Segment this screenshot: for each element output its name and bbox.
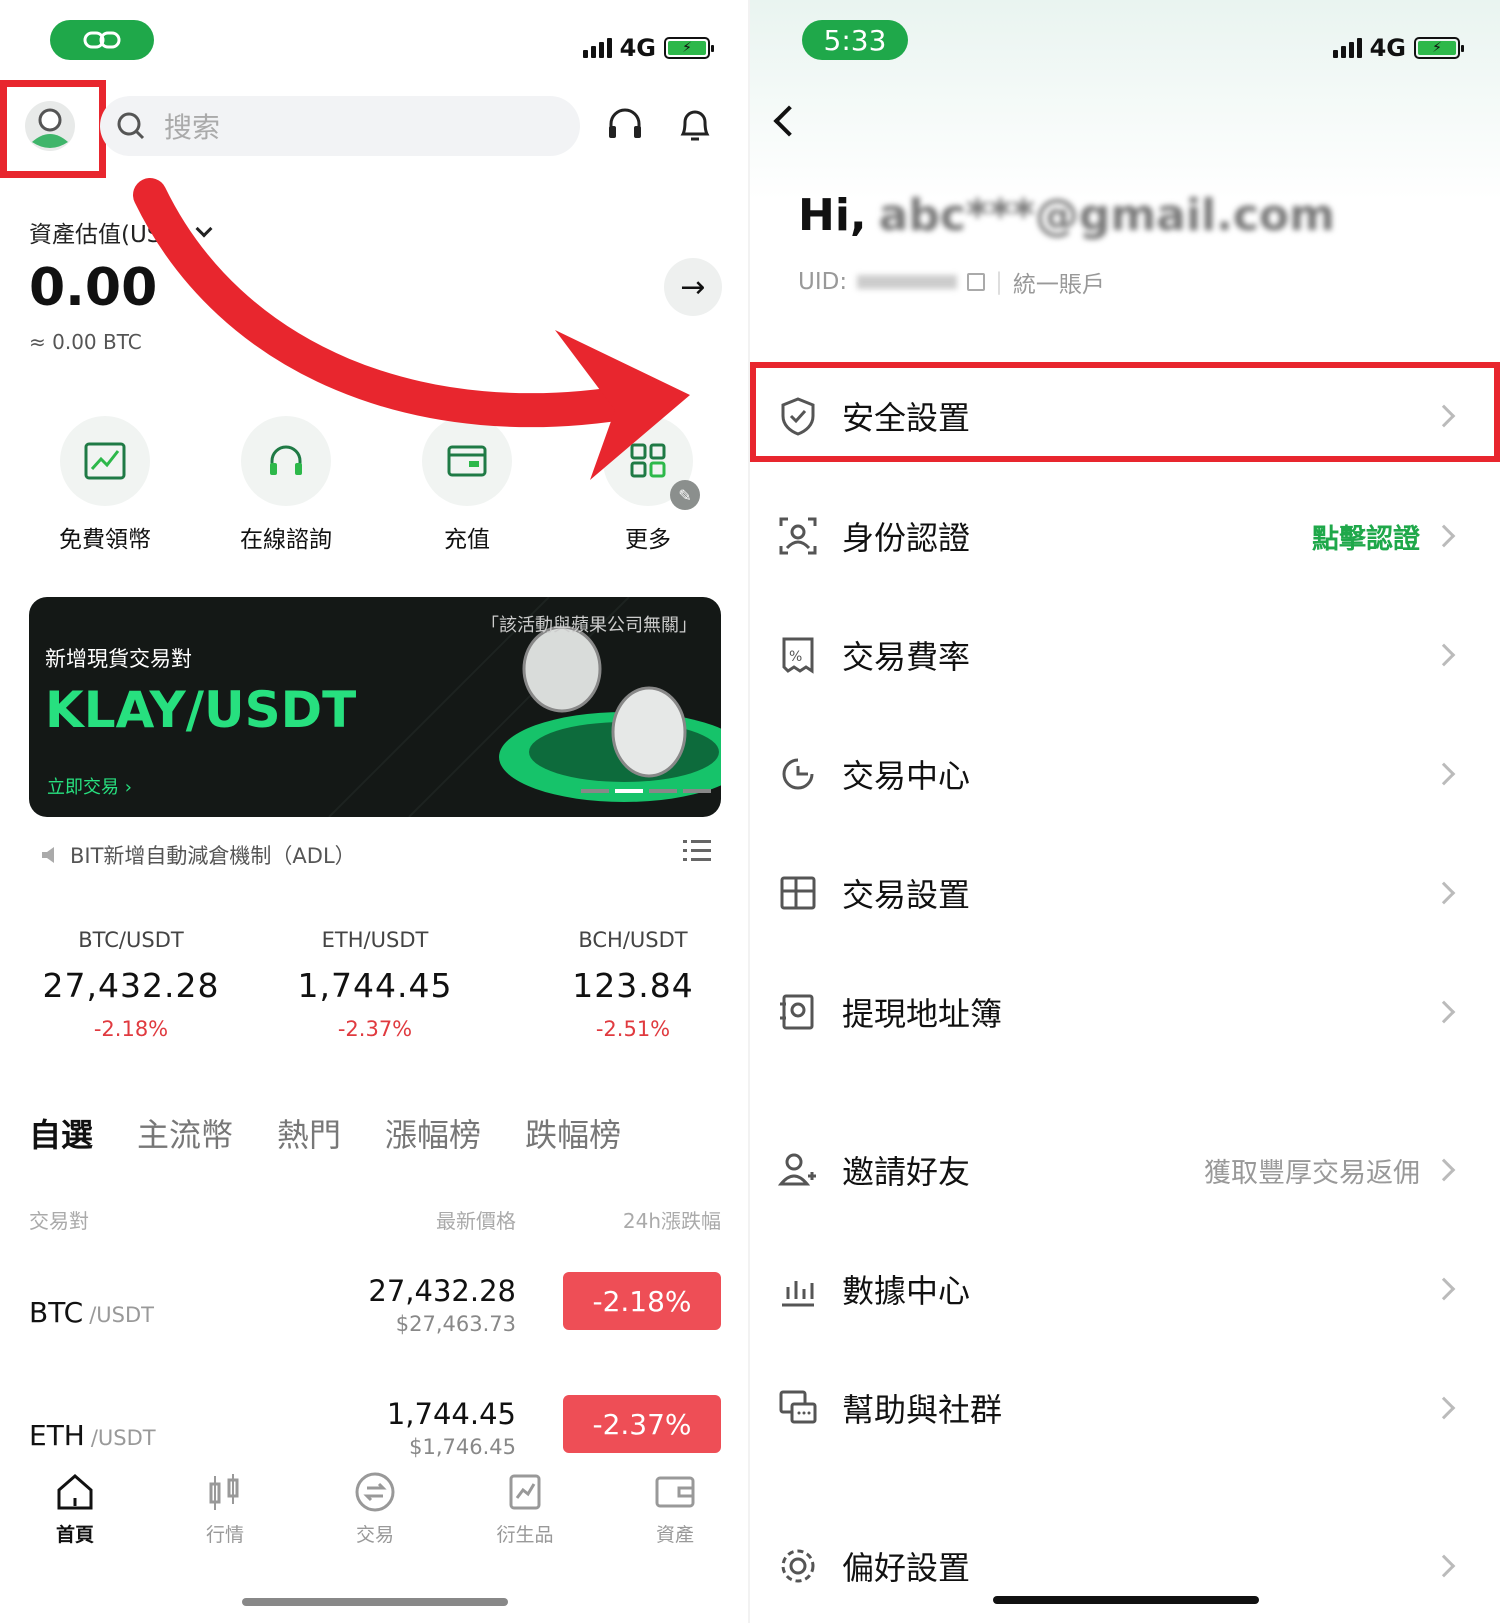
tab-losers[interactable]: 跌幅榜 — [525, 1110, 621, 1156]
header-change: 24h漲跌幅 — [622, 1209, 721, 1233]
chevron-right-icon — [1432, 1277, 1456, 1301]
row-symbol: ETH/USDT — [29, 1419, 156, 1452]
header-pair: 交易對 — [29, 1209, 89, 1233]
table-row[interactable]: BTC/USDT 27,432.28 $27,463.73 -2.18% — [29, 1262, 721, 1362]
annotation-arrow-icon — [133, 178, 690, 480]
account-email-blurred: abc***@gmail.com — [878, 190, 1335, 241]
tab-mainstream[interactable]: 主流幣 — [137, 1110, 233, 1156]
nav-trade[interactable]: 交易 — [300, 1470, 450, 1560]
signal-icon — [1332, 38, 1362, 58]
address-book-icon — [780, 994, 814, 1030]
row-symbol: BTC/USDT — [29, 1296, 155, 1329]
chevron-right-icon — [1432, 1158, 1456, 1182]
exchange-icon — [355, 1472, 395, 1512]
candlestick-icon — [209, 1474, 239, 1510]
banner-disclaimer: 「該活動與蘋果公司無關」 — [481, 615, 697, 636]
menu-item-invite-friends[interactable]: 邀請好友 獲取豐厚交易返佣 — [750, 1120, 1500, 1220]
security-highlight-box — [750, 362, 1500, 462]
banner-title: KLAY/USDT — [45, 681, 357, 739]
svg-text:%: % — [789, 649, 802, 665]
asset-wallet-icon — [655, 1476, 695, 1508]
tab-favorites[interactable]: 自選 — [29, 1110, 93, 1156]
banner-cta[interactable]: 立即交易 › — [47, 773, 132, 799]
tab-hot[interactable]: 熱門 — [277, 1110, 341, 1156]
chevron-right-icon — [1432, 1554, 1456, 1578]
uid-label: UID: — [798, 269, 848, 295]
row-price: 1,744.45 $1,746.45 — [386, 1397, 516, 1459]
tab-gainers[interactable]: 漲幅榜 — [385, 1110, 481, 1156]
uid-value-blurred — [857, 275, 958, 289]
home-indicator — [242, 1598, 508, 1606]
fee-rate-icon: % — [782, 637, 814, 674]
greeting: Hi, — [798, 190, 867, 241]
menu-item-withdraw-address-book[interactable]: 提現地址簿 — [750, 962, 1500, 1062]
network-label: 4G — [1369, 34, 1406, 62]
nav-market[interactable]: 行情 — [150, 1470, 300, 1560]
ticker-btc[interactable]: BTC/USDT 27,432.28 -2.18% — [21, 928, 241, 1041]
invite-user-icon — [778, 1153, 816, 1186]
nav-derivatives[interactable]: 衍生品 — [450, 1470, 600, 1560]
chevron-right-icon — [1432, 643, 1456, 667]
speaker-icon — [42, 847, 54, 863]
chevron-right-icon — [1432, 762, 1456, 786]
ticker-eth[interactable]: ETH/USDT 1,744.45 -2.37% — [265, 928, 485, 1041]
nav-home[interactable]: 首頁 — [0, 1470, 150, 1560]
change-badge: -2.37% — [563, 1395, 721, 1453]
uid-row: UID: | 統一賬戶 — [798, 265, 1105, 299]
menu-item-data-center[interactable]: 數據中心 — [750, 1239, 1500, 1339]
menu-item-trade-settings[interactable]: 交易設置 — [750, 843, 1500, 943]
battery-icon: ⚡ — [1414, 37, 1464, 59]
notice-text: BIT新增自動減倉機制（ADL） — [70, 844, 356, 868]
data-center-icon — [782, 1281, 814, 1307]
back-arrow-icon[interactable] — [773, 105, 805, 137]
time-pill: 5:33 — [802, 20, 908, 60]
gear-icon — [781, 1549, 815, 1583]
list-icon[interactable] — [683, 838, 711, 864]
change-badge: -2.18% — [563, 1272, 721, 1330]
nav-assets[interactable]: 資產 — [600, 1470, 750, 1560]
home-indicator — [993, 1596, 1259, 1604]
invite-hint: 獲取豐厚交易返佣 — [1204, 1157, 1420, 1189]
help-community-icon — [779, 1390, 817, 1424]
notice-bar[interactable]: BIT新增自動減倉機制（ADL） — [40, 840, 356, 870]
greeting-row: Hi, abc***@gmail.com — [798, 190, 1335, 241]
chevron-right-icon — [1432, 1396, 1456, 1420]
promo-banner[interactable]: 「該活動與蘋果公司無關」 新增現貨交易對 KLAY/USDT 立即交易 › — [29, 597, 721, 817]
status-time: 5:33 — [823, 23, 887, 57]
status-bar-right: 4G ⚡ — [1332, 34, 1464, 62]
bottom-nav: 首頁 行情 交易 衍生品 資產 — [0, 1470, 750, 1560]
copy-icon[interactable] — [967, 273, 986, 291]
row-price: 27,432.28 $27,463.73 — [368, 1274, 516, 1336]
menu-item-trade-center[interactable]: 交易中心 — [750, 724, 1500, 824]
menu-item-help-community[interactable]: 幫助與社群 — [750, 1358, 1500, 1458]
verify-link: 點擊認證 — [1312, 523, 1420, 555]
chevron-right-icon — [1432, 524, 1456, 548]
menu-item-trading-fee[interactable]: % 交易費率 — [750, 605, 1500, 705]
home-icon — [57, 1474, 93, 1510]
chevron-right-icon — [1432, 1000, 1456, 1024]
trade-center-icon — [782, 758, 814, 790]
derivatives-icon — [509, 1474, 541, 1510]
chevron-right-icon — [1432, 881, 1456, 905]
menu-item-identity-verification[interactable]: 身份認證 點擊認證 — [750, 486, 1500, 586]
profile-screen: 5:33 4G ⚡ Hi, abc***@gmail.com UID: | 統一… — [750, 0, 1500, 1623]
home-screen: 4G ⚡ 搜索 資產估值(USD) 0.00 ≈ 0.00 BTC → 免費領幣… — [0, 0, 750, 1623]
header-price: 最新價格 — [436, 1209, 516, 1233]
banner-subtitle: 新增現貨交易對 — [45, 647, 192, 671]
ticker-bch[interactable]: BCH/USDT 123.84 -2.51% — [523, 928, 743, 1041]
market-tabs: 自選 主流幣 熱門 漲幅榜 跌幅榜 — [29, 1110, 621, 1156]
id-scan-icon — [779, 517, 817, 555]
account-type: 統一賬戶 — [1012, 272, 1105, 298]
trade-settings-icon — [780, 876, 816, 910]
